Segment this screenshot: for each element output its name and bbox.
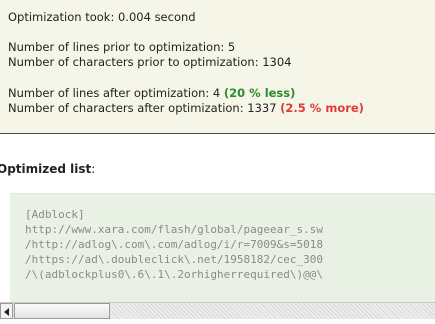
optimized-list-heading-text: Optimized list: [0, 162, 92, 176]
scrollbar-thumb[interactable]: [14, 303, 110, 319]
chars-before: Number of characters prior to optimizati…: [8, 55, 292, 69]
code-line: /\(adblockplus0\.6\.1\.2orhigherrequired…: [25, 268, 324, 281]
bottom-edge: [0, 319, 435, 324]
lines-after-text: Number of lines after optimization: 4: [8, 86, 224, 100]
lines-before: Number of lines prior to optimization: 5: [8, 40, 236, 54]
lines-after: Number of lines after optimization: 4 (2…: [8, 86, 295, 100]
code-line: /http://adlog\.com\.com/adlog/i/r=7009&s…: [25, 238, 324, 251]
optimization-time: Optimization took: 0.004 second: [8, 10, 196, 24]
horizontal-scrollbar[interactable]: [0, 302, 435, 319]
code-line: /https://ad\.doubleclick\.net/1958182/ce…: [25, 253, 324, 266]
chars-after: Number of characters after optimization:…: [8, 101, 364, 115]
optimization-stats-panel: Optimization took: 0.004 second Number o…: [0, 0, 435, 134]
code-line: http://www.xara.com/flash/global/pageear…: [25, 223, 324, 236]
optimized-list-heading: Optimized list:: [0, 162, 95, 176]
chars-more-badge: (2.5 % more): [280, 101, 364, 115]
scroll-left-arrow-icon: [4, 308, 9, 316]
chars-after-text: Number of characters after optimization:…: [8, 101, 281, 115]
optimized-list-heading-colon: :: [91, 162, 96, 176]
optimized-list-box[interactable]: [Adblock] http://www.xara.com/flash/glob…: [10, 193, 435, 302]
scroll-left-button[interactable]: [0, 303, 13, 319]
lines-less-badge: (20 % less): [223, 86, 296, 100]
code-line: [Adblock]: [25, 208, 85, 221]
